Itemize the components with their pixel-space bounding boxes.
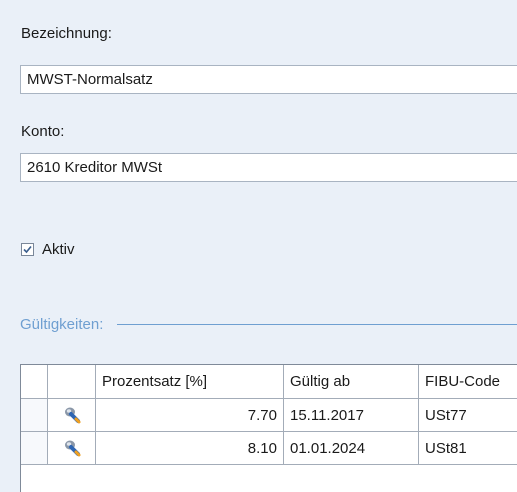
konto-field[interactable]: 2610 Kreditor MWSt [20,153,517,182]
gueltigkeiten-title: Gültigkeiten: [20,316,104,333]
aktiv-label: Aktiv [42,241,75,258]
gueltigkeiten-grid: Prozentsatz [%] Gültig ab FIBU-Code 7.70… [20,364,517,492]
cell-fibu-code[interactable]: USt81 [419,432,517,464]
row-selector[interactable] [21,432,48,464]
cell-prozentsatz[interactable]: 7.70 [96,399,284,431]
bezeichnung-label: Bezeichnung: [21,25,112,42]
table-row[interactable]: 8.10 01.01.2024 USt81 [21,432,517,465]
cell-gueltig-ab[interactable]: 15.11.2017 [284,399,419,431]
cell-gueltig-ab[interactable]: 01.01.2024 [284,432,419,464]
bezeichnung-field[interactable]: MWST-Normalsatz [20,65,517,94]
group-divider [117,324,517,325]
cell-fibu-code[interactable]: USt77 [419,399,517,431]
column-header-prozentsatz[interactable]: Prozentsatz [%] [96,365,284,398]
konto-label: Konto: [21,123,65,140]
header-row-selector [21,365,48,398]
gueltigkeiten-group-header: Gültigkeiten: [20,316,517,333]
cell-prozentsatz[interactable]: 8.10 [96,432,284,464]
edit-record-icon[interactable] [48,432,96,464]
column-header-fibu-code[interactable]: FIBU-Code [419,365,517,398]
table-row[interactable]: 7.70 15.11.2017 USt77 [21,399,517,432]
row-selector[interactable] [21,399,48,431]
header-icon-column [48,365,96,398]
checkmark-icon [23,245,32,254]
aktiv-checkbox-row[interactable]: Aktiv [21,241,75,258]
column-header-gueltig-ab[interactable]: Gültig ab [284,365,419,398]
edit-record-icon[interactable] [48,399,96,431]
aktiv-checkbox[interactable] [21,243,34,256]
grid-header-row: Prozentsatz [%] Gültig ab FIBU-Code [21,365,517,399]
